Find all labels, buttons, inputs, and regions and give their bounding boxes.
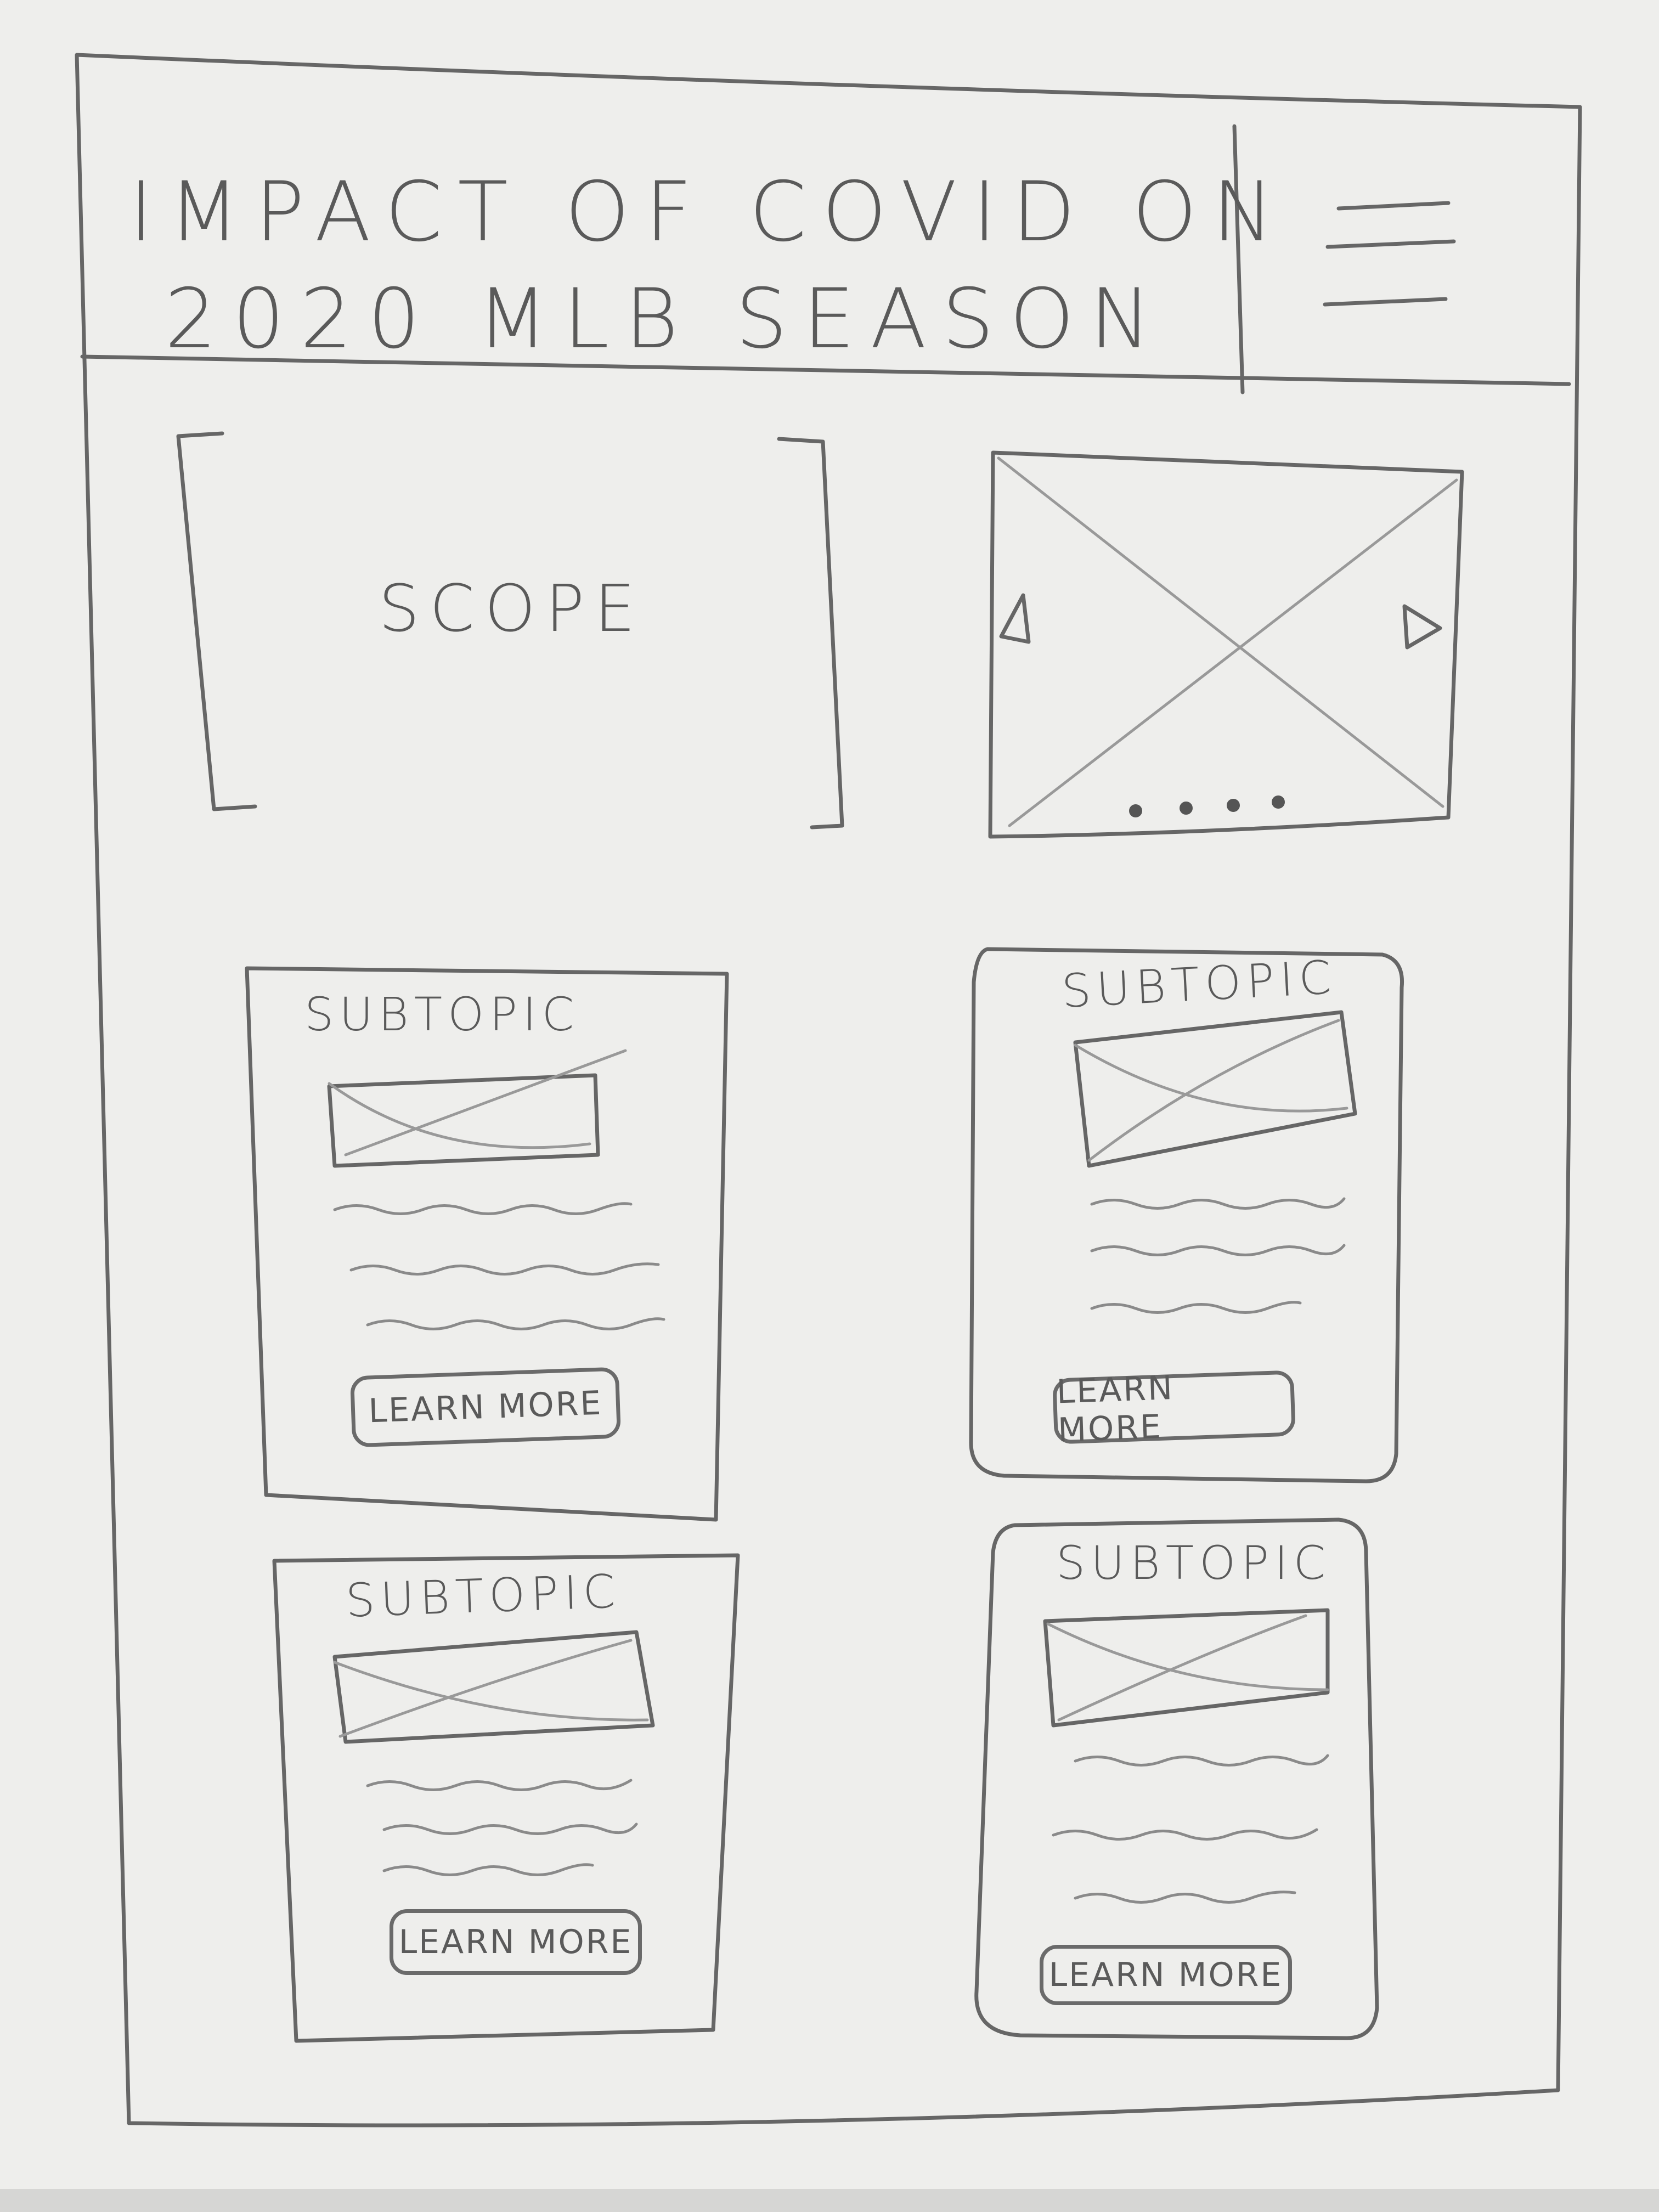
carousel-next-button[interactable] xyxy=(1393,592,1454,664)
card-text-line xyxy=(1074,1754,1329,1767)
card-text-line xyxy=(1052,1828,1318,1841)
learn-more-button[interactable]: LEARN MORE xyxy=(349,1367,622,1448)
carousel-dot xyxy=(1227,799,1240,812)
card-image-4 xyxy=(1043,1608,1330,1728)
carousel-frame xyxy=(988,450,1464,839)
carousel-dot xyxy=(1180,802,1193,815)
card-text-line xyxy=(1074,1891,1296,1904)
card-image-1 xyxy=(327,1049,627,1168)
page-title-line-2: 2020 MLB SEASON xyxy=(165,272,1167,367)
card-title: SUBTOPIC xyxy=(345,1564,622,1628)
card-title: SUBTOPIC xyxy=(1056,1536,1331,1590)
card-text-line xyxy=(1090,1301,1302,1314)
card-text-line xyxy=(349,1262,660,1276)
carousel-dot xyxy=(1272,795,1285,809)
learn-more-button[interactable]: LEARN MORE xyxy=(390,1909,642,1975)
card-text-line xyxy=(1090,1197,1346,1210)
card-title: SUBTOPIC xyxy=(304,988,580,1041)
page-title-line-1: IMPACT OF COVID ON xyxy=(129,165,1290,260)
carousel-prev-button[interactable] xyxy=(988,582,1042,658)
card-text-line xyxy=(366,1317,665,1330)
card-text-line xyxy=(382,1863,594,1876)
card-image-2 xyxy=(1073,1010,1357,1168)
card-text-line xyxy=(382,1822,638,1835)
card-image-3 xyxy=(332,1630,655,1744)
hamburger-menu-button[interactable] xyxy=(1317,187,1470,329)
carousel-dot xyxy=(1129,804,1142,817)
learn-more-button[interactable]: LEARN MORE xyxy=(1040,1945,1292,2005)
card-text-line xyxy=(1090,1244,1346,1256)
learn-more-button[interactable]: LEARN MORE xyxy=(1052,1369,1296,1449)
triangle-right-icon xyxy=(1402,604,1442,650)
card-text-line xyxy=(333,1202,633,1215)
triangle-left-icon xyxy=(999,593,1031,644)
carousel-dots[interactable] xyxy=(1125,790,1300,823)
scope-label: SCOPE xyxy=(379,571,645,646)
card-text-line xyxy=(366,1779,633,1791)
hamburger-menu-icon xyxy=(1323,201,1456,307)
